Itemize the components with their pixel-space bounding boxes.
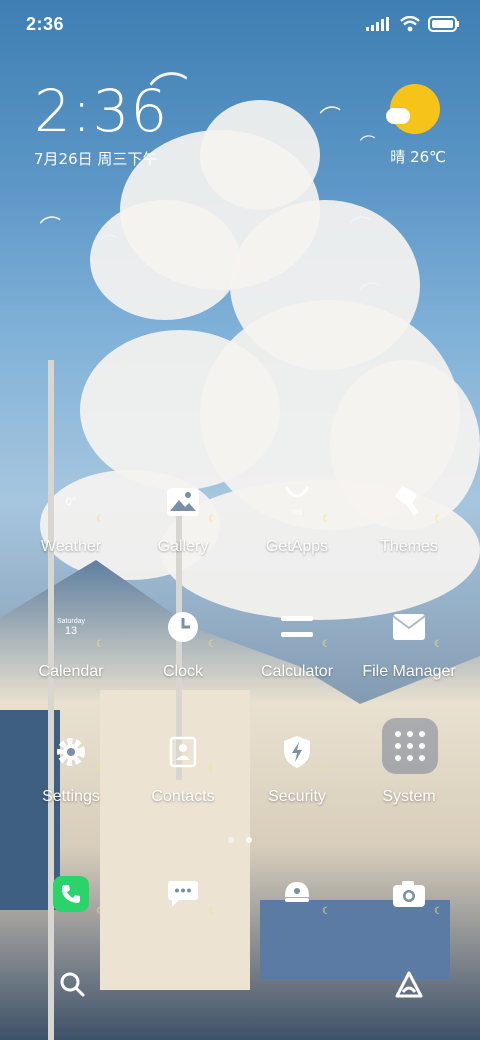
bottom-bar — [0, 960, 480, 1010]
moon-icon: ☾ — [434, 906, 443, 917]
moon-icon: ☾ — [434, 514, 443, 525]
calendar-day: 13 — [64, 624, 78, 637]
status-time: 2:36 — [26, 14, 65, 34]
app-label: Settings — [42, 788, 100, 805]
app-system[interactable]: System — [354, 718, 464, 830]
moon-icon: ☾ — [208, 514, 217, 525]
battery-icon — [428, 16, 459, 32]
app-calendar[interactable]: Saturday 13 ☾ Calendar — [16, 605, 126, 705]
moon-icon: ☾ — [96, 764, 105, 775]
moon-icon: ☾ — [96, 906, 105, 917]
search-icon[interactable] — [58, 970, 86, 998]
page-indicator — [0, 830, 480, 848]
app-security[interactable]: ☾ Security — [242, 730, 352, 830]
moon-icon: ☾ — [208, 764, 217, 775]
folder-grid-icon — [382, 718, 438, 774]
app-getapps[interactable]: mi ☾ GetApps — [242, 480, 352, 580]
weather-widget[interactable]: 晴 26℃ — [356, 82, 446, 172]
moon-icon: ☾ — [96, 639, 105, 650]
app-label: Calculator — [260, 663, 334, 680]
moon-icon: ☾ — [96, 514, 105, 525]
app-label: Calendar — [38, 663, 104, 680]
moon-icon: ☾ — [322, 639, 331, 650]
calendar-icon: Saturday 13 — [49, 605, 93, 649]
app-label: Contacts — [151, 788, 215, 805]
app-clock[interactable]: ☾ Clock — [128, 605, 238, 705]
shield-icon — [275, 730, 319, 774]
phone-icon — [53, 876, 89, 912]
calendar-weekday: Saturday — [56, 617, 86, 625]
app-themes[interactable]: ☾ Themes — [354, 480, 464, 580]
page-dot-active[interactable] — [246, 837, 253, 843]
app-phone[interactable]: ☾ — [16, 872, 126, 972]
moon-icon: ☾ — [322, 906, 331, 917]
status-icons — [366, 16, 460, 32]
app-weather[interactable]: 0° ☾ Weather — [16, 480, 126, 580]
app-gallery[interactable]: ☾ Gallery — [128, 480, 238, 580]
gear-icon — [49, 730, 93, 774]
app-camera[interactable]: ☾ — [354, 872, 464, 972]
clock-widget[interactable]: 2:36 7月26日 周三下午 — [34, 80, 168, 169]
camera-icon — [387, 872, 431, 916]
app-label: Clock — [162, 663, 203, 680]
moon-icon: ☾ — [322, 514, 331, 525]
folder-icon — [387, 605, 431, 649]
app-label: GetApps — [265, 538, 329, 555]
assistant-icon[interactable] — [394, 970, 424, 1000]
status-bar: 2:36 — [0, 0, 480, 48]
moon-icon: ☾ — [434, 639, 443, 650]
app-calculator[interactable]: ☾ Calculator — [242, 605, 352, 705]
calculator-icon — [275, 605, 319, 649]
svg-text:mi: mi — [292, 507, 303, 518]
widget-time: 2:36 — [34, 77, 169, 145]
weather-badge: 0° — [65, 496, 77, 508]
cloud-icon — [386, 108, 410, 124]
messages-icon — [161, 872, 205, 916]
moon-icon: ☾ — [208, 639, 217, 650]
contacts-icon — [161, 730, 205, 774]
app-label: File Manager — [362, 663, 456, 680]
app-label: Weather — [40, 538, 102, 555]
app-settings[interactable]: ☾ Settings — [16, 730, 126, 830]
moon-icon: ☾ — [322, 764, 331, 775]
app-label: Gallery — [157, 538, 209, 555]
signal-icon — [366, 17, 389, 31]
app-label: Themes — [380, 538, 438, 555]
wifi-icon — [400, 16, 420, 32]
clock-icon — [161, 605, 205, 649]
app-contacts[interactable]: ☾ Contacts — [128, 730, 238, 830]
widget-date: 7月26日 周三下午 — [34, 150, 158, 168]
gallery-icon — [161, 480, 205, 524]
app-label: System — [382, 788, 436, 805]
weather-icon: 0° — [49, 480, 93, 524]
app-browser[interactable]: ☾ — [242, 872, 352, 972]
weather-text: 晴 26℃ — [390, 148, 446, 166]
moon-icon: ☾ — [208, 906, 217, 917]
browser-icon — [275, 872, 319, 916]
app-label: Security — [268, 788, 326, 805]
page-dot[interactable] — [227, 837, 234, 843]
app-file-manager[interactable]: ☾ File Manager — [354, 605, 464, 705]
themes-icon — [387, 480, 431, 524]
dock: ☾ ☾ ☾ ☾ — [0, 872, 480, 922]
getapps-icon: mi — [275, 480, 319, 524]
app-messages[interactable]: ☾ — [128, 872, 238, 972]
